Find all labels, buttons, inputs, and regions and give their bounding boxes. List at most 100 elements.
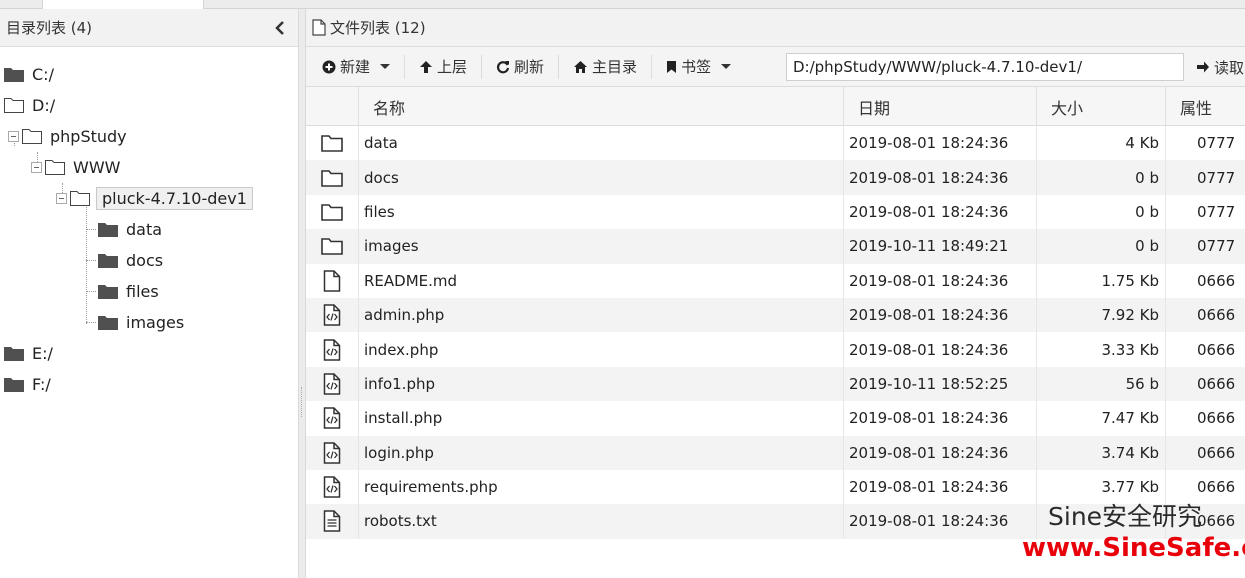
file-size: 1.75 Kb: [1101, 271, 1159, 290]
tree-item-c-drive[interactable]: C:/: [4, 60, 54, 88]
file-size: 0 b: [1135, 168, 1159, 187]
table-row[interactable]: admin.php 2019-08-01 18:24:36 7.92 Kb 0666: [306, 297, 1245, 333]
file-attr: 0666: [1197, 478, 1236, 497]
table-row[interactable]: docs 2019-08-01 18:24:36 0 b 0777: [306, 160, 1245, 195]
collapse-toggle-icon[interactable]: [56, 192, 67, 204]
file-size: 4 Kb: [1125, 134, 1159, 153]
file-date: 2019-10-11 18:49:21: [849, 237, 1009, 256]
active-tab[interactable]: [42, 0, 204, 9]
file-date: 2019-08-01 18:24:36: [849, 134, 1009, 153]
directory-tree: C:/ D:/ phpStudy WWW pluck-4.7.10-dev1 d…: [0, 56, 298, 576]
path-input[interactable]: [786, 53, 1184, 81]
table-row[interactable]: login.php 2019-08-01 18:24:36 3.74 Kb 0666: [306, 435, 1245, 470]
table-row[interactable]: install.php 2019-08-01 18:24:36 7.47 Kb 066…: [306, 401, 1245, 436]
refresh-button-label: 刷新: [514, 58, 545, 76]
table-row[interactable]: info1.php 2019-10-11 18:52:25 56 b 0666: [306, 366, 1245, 402]
file-date: 2019-08-01 18:24:36: [849, 202, 1009, 221]
file-date: 2019-10-11 18:52:25: [849, 374, 1009, 393]
tree-item-www[interactable]: WWW: [31, 153, 120, 181]
toolbar-divider: [481, 54, 483, 79]
collapse-panel-chevron-left-icon[interactable]: [272, 18, 288, 38]
file-table: 名称 日期 大小 属性 data 2019-08-01 18:24:36 4 Kb 0…: [306, 87, 1245, 539]
file-size: 0 b: [1135, 202, 1159, 221]
file-name[interactable]: docs: [364, 160, 399, 194]
file-name[interactable]: requirements.php: [364, 470, 498, 504]
file-list-header: 文件列表 (12): [306, 9, 1245, 47]
file-name[interactable]: robots.txt: [364, 504, 437, 538]
tree-item-label: C:/: [32, 64, 54, 84]
column-header-name[interactable]: 名称: [358, 87, 843, 126]
file-attr: 0777: [1197, 168, 1236, 187]
file-attr: 0666: [1197, 340, 1236, 359]
read-button[interactable]: 读取: [1196, 47, 1244, 87]
tree-item-images[interactable]: images: [98, 308, 184, 336]
bookmark-button[interactable]: 书签: [658, 47, 739, 87]
splitter-grip[interactable]: [301, 387, 303, 417]
folder-icon: [98, 254, 118, 268]
file-name[interactable]: index.php: [364, 332, 438, 366]
file-date: 2019-08-01 18:24:36: [849, 168, 1009, 187]
file-name[interactable]: info1.php: [364, 367, 435, 401]
table-row[interactable]: README.md 2019-08-01 18:24:36 1.75 Kb 0666: [306, 263, 1245, 298]
column-header-size[interactable]: 大小: [1036, 87, 1165, 126]
file-size: 7.47 Kb: [1101, 409, 1159, 428]
tree-item-f-drive[interactable]: F:/: [4, 370, 51, 398]
file-size: 56 b: [1125, 374, 1159, 393]
watermark-line2: www.SineSafe.com: [1022, 533, 1245, 563]
directory-panel-title: 目录列表 (4): [6, 19, 93, 37]
column-header-attr[interactable]: 属性: [1165, 87, 1245, 126]
tree-item-label: data: [126, 219, 163, 239]
tree-item-label: docs: [126, 250, 164, 270]
panel-splitter[interactable]: [298, 9, 306, 578]
toolbar-divider: [558, 54, 560, 79]
tree-item-docs[interactable]: docs: [98, 246, 163, 274]
arrow-up-icon: [420, 60, 433, 73]
directory-panel-header: 目录列表 (4): [0, 9, 298, 47]
code-file-icon: [320, 401, 344, 435]
tree-item-phpstudy[interactable]: phpStudy: [8, 122, 127, 150]
table-row[interactable]: data 2019-08-01 18:24:36 4 Kb 0777: [306, 126, 1245, 161]
file-size: 7.92 Kb: [1101, 306, 1159, 325]
tree-item-data[interactable]: data: [98, 215, 162, 243]
drive-folder-icon: [4, 68, 24, 82]
table-row[interactable]: files 2019-08-01 18:24:36 0 b 0777: [306, 194, 1245, 230]
folder-icon: [320, 160, 344, 194]
watermark-line1: Sine安全研究: [1048, 502, 1203, 531]
drive-folder-icon: [4, 347, 24, 361]
home-button[interactable]: 主目录: [565, 47, 645, 87]
new-button[interactable]: 新建: [314, 47, 398, 87]
column-header-date[interactable]: 日期: [843, 87, 1036, 126]
file-name[interactable]: images: [364, 229, 419, 263]
tree-item-files[interactable]: files: [98, 277, 159, 305]
file-attr: 0777: [1197, 202, 1236, 221]
directory-panel: 目录列表 (4) C:/ D:/ phpStudy WWW pluck-4.7.…: [0, 9, 298, 578]
refresh-button[interactable]: 刷新: [488, 47, 552, 87]
folder-icon: [320, 126, 344, 160]
file-name[interactable]: install.php: [364, 401, 442, 435]
refresh-icon: [497, 60, 510, 73]
tree-item-pluck[interactable]: pluck-4.7.10-dev1: [56, 184, 253, 212]
collapse-toggle-icon[interactable]: [31, 161, 42, 173]
chevron-down-icon: [721, 64, 732, 69]
table-row[interactable]: index.php 2019-08-01 18:24:36 3.33 Kb 0666: [306, 332, 1245, 367]
up-button[interactable]: 上层: [411, 47, 475, 87]
file-date: 2019-08-01 18:24:36: [849, 271, 1009, 290]
tree-item-label: WWW: [73, 157, 121, 177]
collapse-toggle-icon[interactable]: [8, 130, 19, 142]
tree-item-e-drive[interactable]: E:/: [4, 339, 53, 367]
file-name[interactable]: data: [364, 126, 398, 160]
file-name[interactable]: login.php: [364, 436, 434, 470]
table-row[interactable]: images 2019-10-11 18:49:21 0 b 0777: [306, 229, 1245, 264]
file-name[interactable]: admin.php: [364, 298, 444, 332]
file-attr: 0666: [1197, 443, 1236, 462]
file-attr: 0666: [1197, 374, 1236, 393]
tree-item-d-drive[interactable]: D:/: [4, 91, 55, 119]
file-date: 2019-08-01 18:24:36: [849, 409, 1009, 428]
home-button-label: 主目录: [592, 58, 638, 76]
file-name[interactable]: files: [364, 195, 395, 229]
file-name[interactable]: README.md: [364, 264, 457, 298]
file-attr: 0666: [1197, 306, 1236, 325]
drive-folder-icon: [4, 378, 24, 392]
file-date: 2019-08-01 18:24:36: [849, 512, 1009, 531]
file-list-panel: 文件列表 (12) 新建 上层 刷新 主目录 书签 D:/phpStudy/WW…: [306, 9, 1245, 578]
